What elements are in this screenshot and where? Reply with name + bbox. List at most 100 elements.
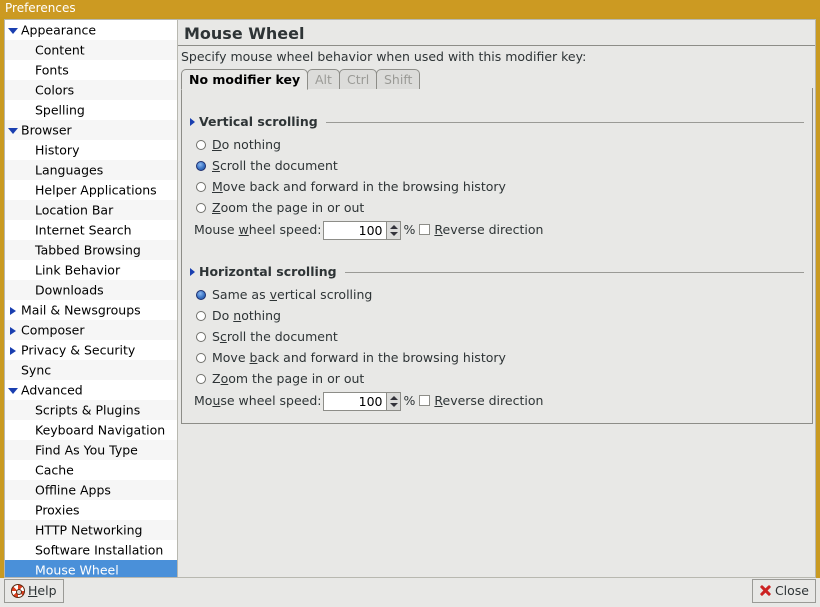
radio-scroll-the-document[interactable]: Scroll the document	[190, 326, 804, 347]
reverse-direction-checkbox[interactable]	[419, 224, 431, 235]
stepper-up-icon[interactable]	[389, 225, 398, 229]
sidebar-item-label: Find As You Type	[35, 442, 138, 458]
mnemonic: D	[212, 137, 222, 152]
sidebar-item-sync[interactable]: Sync	[5, 360, 177, 380]
chevron-right-icon[interactable]	[7, 321, 21, 341]
mnemonic: c	[219, 329, 227, 344]
mnemonic: Z	[212, 200, 221, 215]
sidebar-item-label: Spelling	[35, 102, 85, 118]
radio-unselected-icon[interactable]	[196, 203, 206, 213]
stepper-buttons[interactable]	[385, 222, 400, 239]
sidebar-item-browser[interactable]: Browser	[5, 120, 177, 140]
radio-move-back-and-forward-in-the-brows[interactable]: Move back and forward in the browsing hi…	[190, 347, 804, 368]
sidebar-item-proxies[interactable]: Proxies	[5, 500, 177, 520]
sidebar-item-appearance[interactable]: Appearance	[5, 20, 177, 40]
sidebar-item-keyboard-navigation[interactable]: Keyboard Navigation	[5, 420, 177, 440]
chevron-down-icon[interactable]	[7, 21, 21, 41]
mnemonic: S	[212, 158, 220, 173]
sidebar-item-offline-apps[interactable]: Offline Apps	[5, 480, 177, 500]
sidebar-item-software-installation[interactable]: Software Installation	[5, 540, 177, 560]
sidebar-item-http-networking[interactable]: HTTP Networking	[5, 520, 177, 540]
chevron-right-icon[interactable]	[7, 301, 21, 321]
radio-unselected-icon[interactable]	[196, 374, 206, 384]
sidebar-item-cache[interactable]: Cache	[5, 460, 177, 480]
stepper-down-icon[interactable]	[389, 403, 398, 407]
close-button[interactable]: Close	[751, 579, 816, 603]
chevron-right-glyph	[10, 346, 16, 355]
sidebar-item-label: HTTP Networking	[35, 522, 143, 538]
radio-selected-icon[interactable]	[196, 290, 206, 300]
sidebar-item-languages[interactable]: Languages	[5, 160, 177, 180]
chevron-down-icon[interactable]	[7, 121, 21, 141]
mouse-wheel-speed-stepper[interactable]: 100	[322, 221, 401, 240]
speed-label: Mouse wheel speed:	[194, 393, 322, 408]
radio-do-nothing[interactable]: Do nothing	[190, 134, 804, 155]
tab-alt[interactable]: Alt	[307, 69, 340, 89]
stepper-down-icon[interactable]	[389, 232, 398, 236]
sidebar-item-internet-search[interactable]: Internet Search	[5, 220, 177, 240]
sidebar-item-link-behavior[interactable]: Link Behavior	[5, 260, 177, 280]
tab-panel-no-modifier-key: Vertical scrolling Do nothing Scroll the d…	[181, 88, 813, 424]
sidebar-item-mouse-wheel[interactable]: Mouse Wheel	[5, 560, 177, 577]
radio-label: Scroll the document	[212, 329, 338, 344]
radio-unselected-icon[interactable]	[196, 311, 206, 321]
sidebar-item-label: Internet Search	[35, 222, 132, 238]
mouse-wheel-speed-value[interactable]: 100	[359, 393, 383, 410]
mnemonic: v	[269, 287, 277, 302]
radio-same-as-vertical-scrolling[interactable]: Same as vertical scrolling	[190, 284, 804, 305]
mouse-wheel-speed-value[interactable]: 100	[359, 222, 383, 239]
sidebar-item-downloads[interactable]: Downloads	[5, 280, 177, 300]
sidebar-item-location-bar[interactable]: Location Bar	[5, 200, 177, 220]
chevron-down-icon[interactable]	[7, 381, 21, 401]
radio-scroll-the-document[interactable]: Scroll the document	[190, 155, 804, 176]
mnemonic: u	[212, 393, 221, 408]
mouse-wheel-speed-stepper[interactable]: 100	[322, 392, 401, 411]
tab-no-modifier-key[interactable]: No modifier key	[181, 69, 309, 90]
sidebar-item-history[interactable]: History	[5, 140, 177, 160]
radio-unselected-icon[interactable]	[196, 140, 206, 150]
mnemonic: R	[434, 222, 443, 237]
group-header: Vertical scrolling	[190, 114, 804, 130]
radio-label: Do nothing	[212, 308, 281, 323]
category-tree[interactable]: Appearance Content Fonts Colors Spelling Brow…	[4, 19, 178, 578]
sidebar-item-helper-applications[interactable]: Helper Applications	[5, 180, 177, 200]
chevron-right-icon[interactable]	[190, 268, 195, 276]
sidebar-item-find-as-you-type[interactable]: Find As You Type	[5, 440, 177, 460]
mnemonic: n	[233, 308, 242, 323]
sidebar-item-fonts[interactable]: Fonts	[5, 60, 177, 80]
sidebar-item-privacy-security[interactable]: Privacy & Security	[5, 340, 177, 360]
radio-move-back-and-forward-in-the-brows[interactable]: Move back and forward in the browsing hi…	[190, 176, 804, 197]
help-button[interactable]: Help	[4, 579, 64, 603]
radio-unselected-icon[interactable]	[196, 182, 206, 192]
radio-zoom-the-page-in-or-out[interactable]: Zoom the page in or out	[190, 197, 804, 218]
stepper-buttons[interactable]	[385, 393, 400, 410]
page-description: Specify mouse wheel behavior when used w…	[181, 49, 587, 64]
radio-unselected-icon[interactable]	[196, 353, 206, 363]
chevron-right-icon[interactable]	[190, 118, 195, 126]
sidebar-item-advanced[interactable]: Advanced	[5, 380, 177, 400]
sidebar-item-spelling[interactable]: Spelling	[5, 100, 177, 120]
sidebar-item-scripts-plugins[interactable]: Scripts & Plugins	[5, 400, 177, 420]
tab-shift[interactable]: Shift	[376, 69, 421, 89]
stepper-up-icon[interactable]	[389, 396, 398, 400]
sidebar-item-mail-newsgroups[interactable]: Mail & Newsgroups	[5, 300, 177, 320]
reverse-direction-checkbox[interactable]	[419, 395, 431, 406]
radio-do-nothing[interactable]: Do nothing	[190, 305, 804, 326]
radio-unselected-icon[interactable]	[196, 332, 206, 342]
speed-label: Mouse wheel speed:	[194, 222, 322, 237]
sidebar-item-colors[interactable]: Colors	[5, 80, 177, 100]
tab-ctrl[interactable]: Ctrl	[339, 69, 378, 89]
sidebar-item-tabbed-browsing[interactable]: Tabbed Browsing	[5, 240, 177, 260]
radio-zoom-the-page-in-or-out[interactable]: Zoom the page in or out	[190, 368, 804, 389]
sidebar-item-content[interactable]: Content	[5, 40, 177, 60]
radio-selected-icon[interactable]	[196, 161, 206, 171]
chevron-right-icon[interactable]	[7, 341, 21, 361]
sidebar-item-composer[interactable]: Composer	[5, 320, 177, 340]
title-divider	[178, 45, 815, 46]
